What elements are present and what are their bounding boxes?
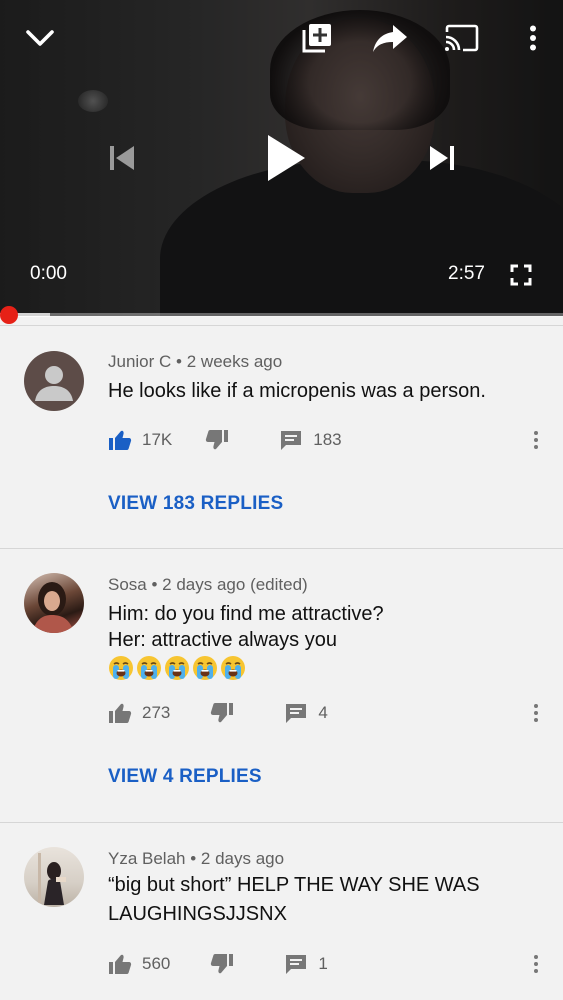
video-player[interactable]: 0:00 2:57 (0, 0, 563, 316)
comment-text-line: He looks like if a micropenis was a pers… (108, 380, 486, 402)
reply-count: 1 (318, 954, 328, 973)
comment-text: He looks like if a micropenis was a pers… (108, 378, 528, 404)
comment-item: Sosa • 2 days ago (edited) Him: do you f… (0, 548, 563, 822)
playlist-add-icon (302, 24, 331, 53)
fullscreen-icon (510, 264, 532, 286)
more-options-button[interactable] (518, 18, 548, 58)
dislike-button[interactable] (210, 702, 234, 724)
comment-menu-button[interactable] (529, 949, 543, 979)
view-replies-button[interactable]: VIEW 4 REPLIES (108, 766, 262, 788)
comment-item: Yza Belah • 2 days ago “big but short” H… (0, 822, 563, 1000)
thumbs-down-icon (206, 430, 229, 450)
comment-item: Junior C • 2 weeks ago He looks like if … (0, 325, 563, 548)
like-count: 17K (142, 430, 173, 449)
comment-author[interactable]: Yza Belah (108, 849, 186, 868)
reply-button[interactable]: 183 (279, 429, 342, 451)
comment-actions: 560 1 (108, 949, 328, 979)
comment-actions: 273 4 (108, 698, 328, 728)
minimize-button[interactable] (20, 18, 60, 58)
play-icon (268, 135, 305, 181)
progress-bar[interactable] (0, 313, 563, 317)
cast-button[interactable] (440, 18, 482, 58)
previous-button[interactable] (100, 138, 144, 178)
skip-previous-icon (110, 146, 134, 170)
next-button[interactable] (420, 138, 464, 178)
comment-actions: 17K 183 (108, 425, 342, 455)
share-button[interactable] (368, 18, 412, 58)
comment-text-line: Her: attractive always you (108, 629, 337, 651)
profile-photo (38, 853, 66, 905)
play-button[interactable] (258, 128, 314, 188)
add-to-playlist-button[interactable] (297, 18, 337, 58)
reply-count: 183 (313, 430, 342, 449)
like-button[interactable]: 560 (108, 953, 170, 975)
thumbs-up-icon (109, 430, 132, 450)
emoji-row (108, 655, 528, 681)
loudly-crying-face-emoji (165, 656, 189, 680)
loudly-crying-face-emoji (193, 656, 217, 680)
comment-time: 2 days ago (edited) (162, 575, 308, 594)
dislike-button[interactable] (210, 953, 234, 975)
share-icon (373, 25, 407, 52)
chevron-down-icon (26, 30, 54, 46)
avatar[interactable] (24, 847, 84, 907)
dislike-button[interactable] (205, 429, 229, 451)
comment-meta: Yza Belah • 2 days ago (108, 849, 284, 869)
more-vertical-icon (530, 25, 536, 51)
default-avatar-icon (35, 366, 73, 401)
thumbs-up-icon (109, 703, 132, 723)
meta-separator: • (151, 575, 163, 594)
comment-menu-button[interactable] (529, 698, 543, 728)
comment-text: “big but short” HELP THE WAY SHE WAS LAU… (108, 871, 528, 929)
profile-photo (32, 582, 74, 633)
loudly-crying-face-emoji (221, 656, 245, 680)
comment-text-line: “big but short” HELP THE WAY SHE WAS (108, 874, 480, 896)
comment-icon (286, 704, 307, 723)
fullscreen-button[interactable] (506, 260, 536, 290)
reply-button[interactable]: 4 (284, 702, 328, 724)
comment-text: Him: do you find me attractive? Her: att… (108, 601, 528, 681)
avatar[interactable] (24, 351, 84, 411)
meta-separator: • (176, 352, 187, 371)
thumbs-down-icon (211, 703, 234, 723)
comment-time: 2 days ago (200, 849, 285, 868)
thumbs-up-icon (109, 954, 132, 974)
comment-time: 2 weeks ago (186, 352, 283, 371)
comment-text-line: LAUGHINGSJJSNX (108, 903, 287, 925)
reply-button[interactable]: 1 (284, 953, 328, 975)
comment-author[interactable]: Junior C (108, 352, 171, 371)
like-button[interactable]: 17K (108, 429, 172, 451)
avatar[interactable] (24, 573, 84, 633)
loudly-crying-face-emoji (137, 656, 161, 680)
comment-meta: Junior C • 2 weeks ago (108, 352, 282, 372)
meta-separator: • (190, 849, 201, 868)
view-replies-button[interactable]: VIEW 183 REPLIES (108, 493, 283, 515)
thumbs-down-icon (211, 954, 234, 974)
loudly-crying-face-emoji (109, 656, 133, 680)
comment-text-line: Him: do you find me attractive? (108, 603, 384, 625)
comment-icon (281, 431, 302, 450)
like-button[interactable]: 273 (108, 702, 170, 724)
comment-icon (286, 955, 307, 974)
comment-menu-button[interactable] (529, 425, 543, 455)
video-duration: 2:57 (448, 263, 485, 284)
comments-section: Junior C • 2 weeks ago He looks like if … (0, 325, 563, 1000)
like-count: 560 (142, 954, 171, 973)
scrubber-handle[interactable] (0, 306, 18, 324)
reply-count: 4 (318, 703, 328, 722)
like-count: 273 (142, 703, 171, 722)
comment-meta: Sosa • 2 days ago (edited) (108, 575, 308, 595)
skip-next-icon (430, 146, 454, 170)
comment-author[interactable]: Sosa (108, 575, 147, 594)
cast-icon (445, 24, 479, 52)
current-time: 0:00 (30, 263, 67, 284)
